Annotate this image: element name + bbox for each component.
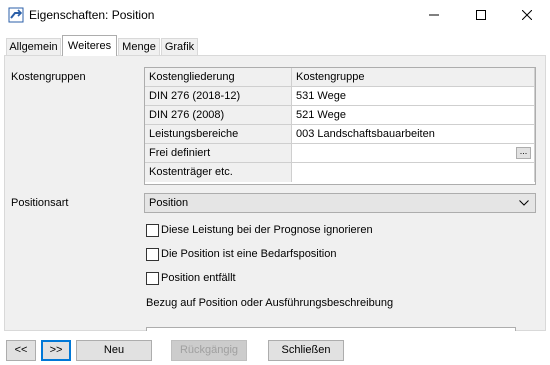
- checkbox-label: Die Position ist eine Bedarfsposition: [161, 248, 337, 260]
- kostengruppen-grid: Kostengliederung Kostengruppe DIN 276 (2…: [144, 67, 536, 185]
- app-icon: [8, 7, 24, 23]
- window-title: Eigenschaften: Position: [29, 8, 155, 22]
- close-icon: [522, 10, 532, 20]
- row-key: Kostenträger etc.: [145, 163, 292, 182]
- column-header-kostengliederung: Kostengliederung: [145, 68, 292, 87]
- minimize-button[interactable]: [411, 0, 457, 30]
- tab-grafik[interactable]: Grafik: [161, 38, 198, 55]
- checkbox-bedarfsposition[interactable]: [146, 248, 159, 261]
- row-value-cell[interactable]: 521 Wege: [292, 106, 535, 125]
- checkbox-label: Position entfällt: [161, 272, 236, 284]
- tab-weiteres[interactable]: Weiteres: [62, 35, 117, 56]
- rueckgaengig-button: Rückgängig: [171, 340, 247, 361]
- tab-allgemein[interactable]: Allgemein: [6, 38, 61, 55]
- row-value-cell[interactable]: 003 Landschaftsbauarbeiten: [292, 125, 535, 144]
- row-value-cell[interactable]: ...: [292, 144, 535, 163]
- maximize-button[interactable]: [458, 0, 504, 30]
- row-value-cell[interactable]: [292, 163, 535, 182]
- bezug-field[interactable]: [146, 327, 516, 331]
- positionsart-select[interactable]: Position: [144, 193, 536, 213]
- schliessen-button[interactable]: Schließen: [268, 340, 344, 361]
- checkbox-position-entfaellt[interactable]: [146, 272, 159, 285]
- row-value-cell[interactable]: 531 Wege: [292, 87, 535, 106]
- column-header-kostengruppe: Kostengruppe: [292, 68, 535, 87]
- minimize-icon: [429, 14, 439, 16]
- row-key: DIN 276 (2018-12): [145, 87, 292, 106]
- row-key: Leistungsbereiche: [145, 125, 292, 144]
- next-button[interactable]: >>: [41, 340, 71, 361]
- kostengruppen-label: Kostengruppen: [11, 71, 86, 83]
- bezug-label: Bezug auf Position oder Ausführungsbesch…: [146, 297, 394, 309]
- checkbox-prognose-ignorieren[interactable]: [146, 224, 159, 237]
- positionsart-value: Position: [149, 197, 189, 209]
- checkbox-label: Diese Leistung bei der Prognose ignorier…: [161, 224, 373, 236]
- row-key: Frei definiert: [145, 144, 292, 163]
- close-button[interactable]: [504, 0, 550, 30]
- maximize-icon: [476, 10, 486, 20]
- positionsart-label: Positionsart: [11, 197, 69, 209]
- ellipsis-button[interactable]: ...: [516, 147, 531, 159]
- previous-button[interactable]: <<: [6, 340, 36, 361]
- row-key: DIN 276 (2008): [145, 106, 292, 125]
- neu-button[interactable]: Neu: [76, 340, 152, 361]
- chevron-down-icon: [519, 200, 529, 206]
- tab-menge[interactable]: Menge: [118, 38, 160, 55]
